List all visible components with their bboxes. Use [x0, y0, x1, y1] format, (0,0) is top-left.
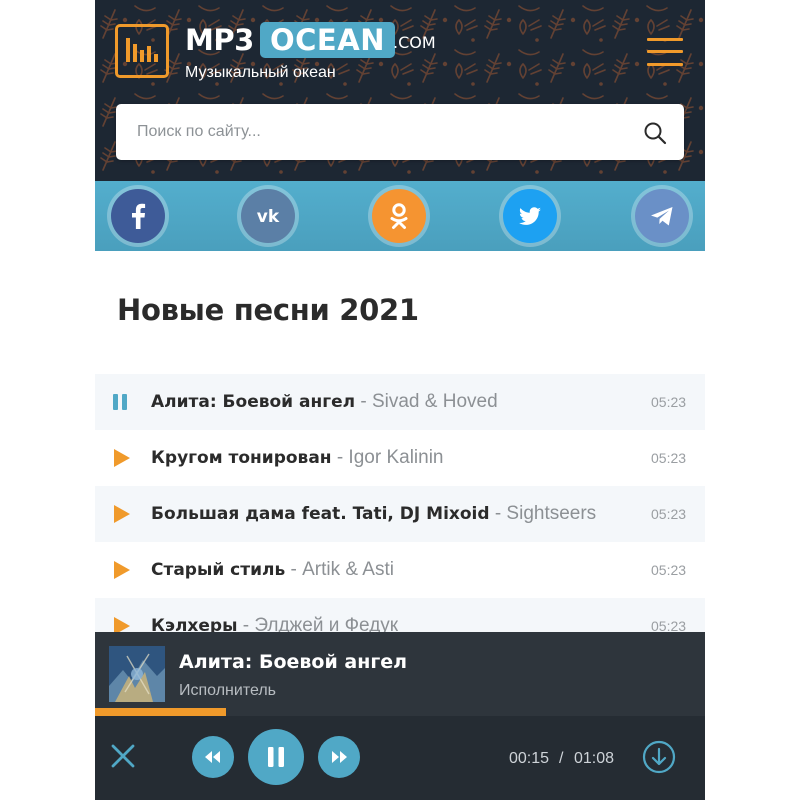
logo-tagline: Музыкальный океан: [185, 64, 336, 81]
track-title: Алита: Боевой ангел: [151, 392, 356, 412]
progress-fill: [95, 708, 227, 716]
track-title: Большая дама feat. Tati, DJ Mixoid: [151, 504, 490, 524]
logo-com-text[interactable]: .COM: [393, 33, 436, 53]
total-time: 01:08: [574, 750, 615, 767]
logo-mp3-text[interactable]: MP3: [185, 22, 254, 58]
track-artist: - Sightseers: [494, 503, 597, 524]
twitter-share-button[interactable]: [503, 189, 557, 243]
search-bar: [116, 104, 684, 160]
mobile-page: MP3 OCEAN .COM Музыкальный океан vk: [95, 0, 705, 800]
track-title-line: Большая дама feat. Tati, DJ Mixoid - Sig…: [151, 501, 635, 527]
play-icon[interactable]: [111, 560, 131, 580]
track-artist: - Sivad & Hoved: [360, 391, 498, 412]
track-list: Алита: Боевой ангел - Sivad & Hoved 05:2…: [95, 374, 705, 654]
album-cover-image: [109, 646, 165, 702]
audio-player: Алита: Боевой ангел Исполнитель 00:15 / …: [95, 632, 705, 800]
current-time: 00:15: [509, 750, 550, 767]
play-icon[interactable]: [111, 504, 131, 524]
track-title-line: Кругом тонирован - Igor Kalinin: [151, 445, 635, 471]
track-title: Старый стиль: [151, 560, 286, 580]
track-row[interactable]: Алита: Боевой ангел - Sivad & Hoved 05:2…: [95, 374, 705, 430]
telegram-icon: [651, 207, 673, 226]
social-share-bar: vk: [95, 181, 705, 251]
track-artist: - Igor Kalinin: [336, 447, 444, 468]
site-header: MP3 OCEAN .COM Музыкальный океан: [95, 0, 705, 181]
now-playing-title: Алита: Боевой ангел: [179, 651, 408, 673]
now-playing-artist: Исполнитель: [179, 682, 277, 699]
pause-icon[interactable]: [111, 392, 131, 412]
close-icon[interactable]: [109, 742, 137, 770]
facebook-icon: [132, 203, 146, 229]
svg-text:vk: vk: [257, 207, 280, 227]
rewind-icon[interactable]: [192, 736, 234, 778]
track-duration: 05:23: [651, 562, 687, 578]
twitter-icon: [519, 207, 541, 225]
download-icon[interactable]: [642, 740, 676, 774]
play-icon[interactable]: [111, 448, 131, 468]
track-title: Кругом тонирован: [151, 448, 332, 468]
track-row[interactable]: Старый стиль - Artik & Asti 05:23: [95, 542, 705, 598]
odnoklassniki-icon: [390, 203, 408, 229]
fast-forward-icon[interactable]: [318, 736, 360, 778]
track-title-line: Старый стиль - Artik & Asti: [151, 557, 635, 583]
logo-ocean-text[interactable]: OCEAN: [260, 22, 395, 58]
player-now-playing: Алита: Боевой ангел Исполнитель: [95, 632, 705, 716]
odnoklassniki-share-button[interactable]: [372, 189, 426, 243]
time-separator: /: [559, 750, 564, 767]
track-duration: 05:23: [651, 394, 687, 410]
vk-share-button[interactable]: vk: [241, 189, 295, 243]
facebook-share-button[interactable]: [111, 189, 165, 243]
track-duration: 05:23: [651, 450, 687, 466]
track-artist: - Artik & Asti: [290, 559, 394, 580]
progress-bar[interactable]: [95, 708, 705, 716]
track-row[interactable]: Большая дама feat. Tati, DJ Mixoid - Sig…: [95, 486, 705, 542]
section-title: Новые песни 2021: [117, 293, 419, 327]
track-duration: 05:23: [651, 506, 687, 522]
track-title-line: Алита: Боевой ангел - Sivad & Hoved: [151, 389, 635, 415]
telegram-share-button[interactable]: [635, 189, 689, 243]
hamburger-menu-icon[interactable]: [647, 37, 683, 67]
search-icon[interactable]: [643, 121, 667, 145]
pause-icon[interactable]: [248, 729, 304, 785]
vk-icon: vk: [257, 207, 280, 227]
logo-equalizer-icon[interactable]: [115, 24, 169, 78]
track-row[interactable]: Кругом тонирован - Igor Kalinin 05:23: [95, 430, 705, 486]
search-input[interactable]: [116, 104, 626, 160]
